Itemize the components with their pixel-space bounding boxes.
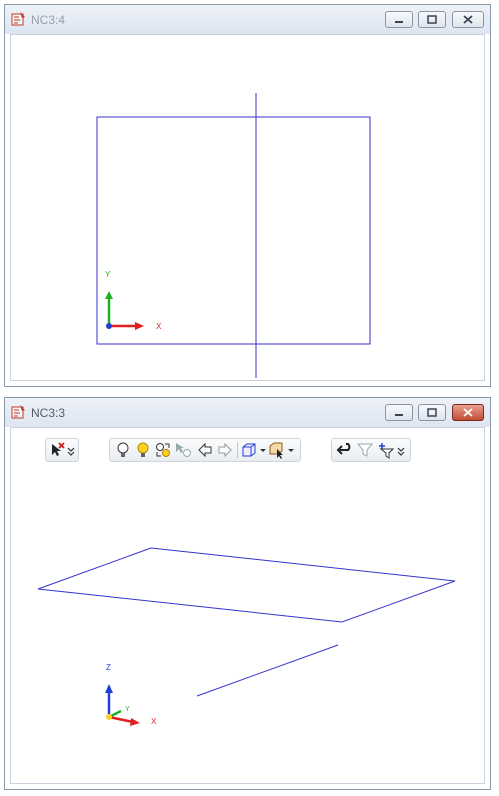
axis-triad: Z Y X <box>105 663 157 726</box>
minimize-icon <box>395 414 403 416</box>
close-icon <box>463 15 473 24</box>
maximize-icon <box>427 15 437 24</box>
minimize-button[interactable] <box>385 11 413 28</box>
axis-triad: Y X <box>105 270 162 331</box>
viewport-canvas-top[interactable]: Y X <box>10 34 485 381</box>
viewport-canvas-bottom[interactable]: Z Y X <box>10 427 485 784</box>
app-icon <box>11 405 25 419</box>
minimize-icon <box>395 21 403 23</box>
maximize-button[interactable] <box>418 404 446 421</box>
x-axis-label: X <box>151 717 157 726</box>
app-icon <box>11 12 25 26</box>
title-bar[interactable]: NC3:4 <box>5 5 490 34</box>
viewport-window-bottom: NC3:3 Z Y X <box>4 397 491 790</box>
x-axis-label: X <box>156 322 162 331</box>
y-axis-label: Y <box>125 706 130 713</box>
close-button[interactable] <box>452 404 484 421</box>
plane-geometry[interactable] <box>37 547 456 623</box>
rectangle-geometry[interactable] <box>96 116 371 345</box>
close-button[interactable] <box>452 11 484 28</box>
minimize-button[interactable] <box>385 404 413 421</box>
viewport-window-top: NC3:4 Y X <box>4 4 491 387</box>
maximize-button[interactable] <box>418 11 446 28</box>
window-title: NC3:3 <box>31 406 66 420</box>
y-axis-label: Y <box>105 270 111 279</box>
close-icon <box>463 408 473 417</box>
z-axis-label: Z <box>106 663 111 672</box>
title-bar[interactable]: NC3:3 <box>5 398 490 427</box>
maximize-icon <box>427 408 437 417</box>
window-title: NC3:4 <box>31 13 66 27</box>
line-geometry[interactable] <box>196 644 339 697</box>
